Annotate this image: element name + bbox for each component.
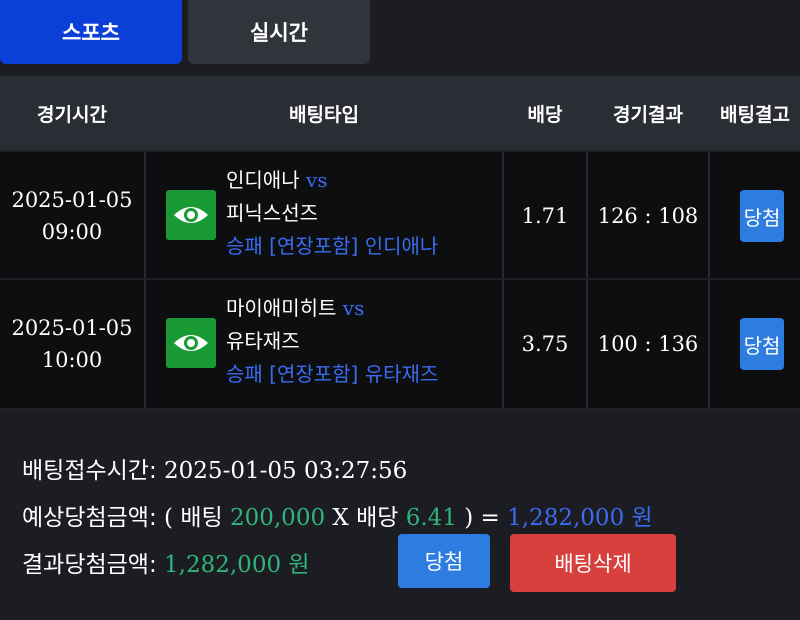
receipt-time: 2025-01-05 03:27:56 [164, 458, 408, 484]
match-time: 2025-01-05 10:00 [0, 280, 144, 408]
bet-label: 배팅 [180, 505, 223, 531]
bet-amount: 200,000 [229, 505, 326, 531]
match-time: 2025-01-05 09:00 [0, 152, 144, 280]
score: 100 : 136 [597, 332, 699, 356]
status-badge: 당첨 [740, 318, 784, 370]
match-info: 마이애미히트 vs 유타재즈 승패 [연장포함] 유타재즈 [226, 292, 438, 391]
vs-label: vs [305, 168, 328, 192]
odds-label: 배당 [356, 505, 399, 531]
currency-unit: 원 [631, 505, 653, 531]
odds-value: 1.71 [521, 204, 569, 228]
detail-button[interactable] [166, 190, 216, 240]
score: 126 : 108 [597, 204, 699, 228]
match-hour: 09:00 [41, 220, 103, 244]
bet-pick: 승패 [연장포함] 유타재즈 [226, 362, 439, 386]
tab-bar: 스포츠 실시간 [0, 0, 800, 64]
table-row: 2025-01-05 09:00 인디애나 vs 피닉스선즈 승패 [연장포함]… [0, 150, 800, 280]
expected-amount: 1,282,000 [507, 505, 625, 531]
bet-pick: 승패 [연장포함] 인디애나 [226, 234, 439, 258]
open-paren: ( [164, 505, 174, 531]
tab-sports[interactable]: 스포츠 [0, 0, 182, 64]
odds-value: 3.75 [521, 332, 569, 356]
total-odds: 6.41 [405, 505, 457, 531]
times-sign: X [332, 505, 349, 531]
result-label: 결과당첨금액: [22, 552, 157, 578]
expected-label: 예상당첨금액: [22, 505, 157, 531]
status-badge: 당첨 [740, 190, 784, 242]
tab-live[interactable]: 실시간 [188, 0, 370, 64]
col-match-result: 경기결과 [613, 103, 683, 126]
eye-icon [174, 207, 208, 223]
table-row: 2025-01-05 10:00 마이애미히트 vs 유타재즈 승패 [연장포함… [0, 278, 800, 410]
col-odds: 배당 [527, 103, 563, 126]
table-header: 경기시간 배팅타입 배당 경기결과 배팅결고 [0, 76, 800, 150]
col-match-time: 경기시간 [37, 103, 107, 126]
col-bet-type: 배팅타입 [289, 103, 359, 126]
match-date: 2025-01-05 [11, 316, 133, 340]
vs-label: vs [342, 296, 365, 320]
match-info: 인디애나 vs 피닉스선즈 승패 [연장포함] 인디애나 [226, 164, 438, 263]
match-hour: 10:00 [41, 348, 103, 372]
away-team: 유타재즈 [226, 329, 300, 353]
home-team: 인디애나 [226, 168, 300, 192]
match-date: 2025-01-05 [11, 188, 133, 212]
result-amount: 1,282,000 [164, 552, 282, 578]
win-button[interactable]: 당첨 [398, 534, 490, 588]
detail-button[interactable] [166, 318, 216, 368]
receipt-line: 배팅접수시간: 2025-01-05 03:27:56 [22, 448, 653, 495]
home-team: 마이애미히트 [226, 296, 337, 320]
away-team: 피닉스선즈 [226, 201, 318, 225]
receipt-label: 배팅접수시간: [22, 458, 157, 484]
col-bet-result: 배팅결고 [720, 103, 790, 126]
eye-icon [174, 335, 208, 351]
delete-bet-button[interactable]: 배팅삭제 [510, 534, 676, 592]
close-equals: ) = [464, 505, 500, 531]
currency-unit: 원 [288, 552, 310, 578]
